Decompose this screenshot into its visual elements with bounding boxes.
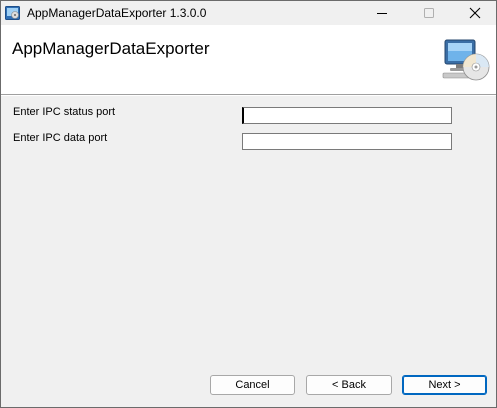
- installer-icon: [5, 6, 20, 20]
- maximize-button[interactable]: [406, 1, 452, 25]
- status-port-label: Enter IPC status port: [13, 106, 116, 118]
- header-divider: [1, 94, 496, 96]
- back-button[interactable]: < Back: [306, 375, 392, 395]
- data-port-label: Enter IPC data port: [13, 132, 108, 144]
- header-banner: AppManagerDataExporter: [1, 25, 496, 94]
- maximize-icon: [424, 8, 434, 18]
- close-button[interactable]: [452, 1, 496, 25]
- cancel-button[interactable]: Cancel: [210, 375, 295, 395]
- next-button[interactable]: Next >: [402, 375, 487, 395]
- window-title: AppManagerDataExporter 1.3.0.0: [27, 6, 207, 20]
- installer-window: AppManagerDataExporter 1.3.0.0 AppManage…: [0, 0, 497, 408]
- minimize-button[interactable]: [359, 1, 405, 25]
- banner-title: AppManagerDataExporter: [12, 39, 210, 58]
- data-port-input[interactable]: [242, 133, 452, 150]
- status-port-input[interactable]: [242, 107, 452, 124]
- minimize-icon: [377, 13, 387, 14]
- close-icon: [469, 7, 481, 19]
- title-bar[interactable]: AppManagerDataExporter 1.3.0.0: [1, 1, 496, 25]
- computer-cd-icon: [442, 39, 490, 81]
